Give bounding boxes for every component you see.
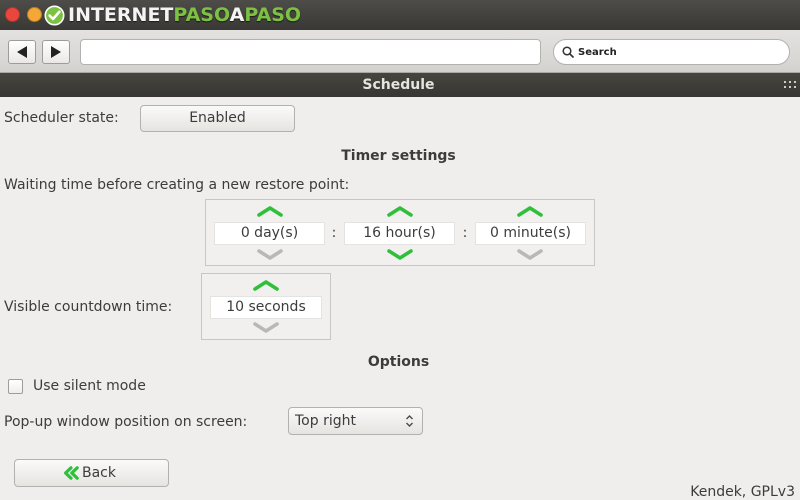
double-chevron-left-icon <box>63 466 79 480</box>
updown-arrows-icon <box>406 415 413 427</box>
popup-position-select[interactable]: Top right <box>288 407 423 435</box>
time-separator: : <box>331 225 337 241</box>
chevron-up-icon <box>257 206 283 217</box>
chevron-down-icon <box>517 249 543 260</box>
minimize-window-button[interactable] <box>27 7 42 22</box>
browser-top-bar: INTERNETPASOAPASO <box>0 0 800 30</box>
countdown-decrease-button[interactable] <box>251 322 281 334</box>
hours-value[interactable]: 16 hour(s) <box>344 222 455 245</box>
close-window-button[interactable] <box>5 7 20 22</box>
chevron-down-icon <box>387 249 413 260</box>
silent-mode-label: Use silent mode <box>33 378 146 394</box>
popup-position-label: Pop-up window position on screen: <box>4 414 248 430</box>
countdown-value[interactable]: 10 seconds <box>210 296 322 319</box>
site-logo-text: INTERNETPASOAPASO <box>68 4 301 26</box>
address-bar[interactable] <box>80 39 541 65</box>
countdown-increase-button[interactable] <box>251 279 281 291</box>
options-heading: Options <box>367 354 430 370</box>
days-decrease-button[interactable] <box>255 249 285 261</box>
days-increase-button[interactable] <box>255 205 285 217</box>
back-button[interactable]: Back <box>14 459 169 487</box>
timer-settings-heading: Timer settings <box>341 148 456 164</box>
silent-mode-checkbox[interactable] <box>8 379 23 394</box>
search-icon <box>562 46 574 58</box>
time-separator: : <box>462 225 468 241</box>
countdown-time-label: Visible countdown time: <box>4 299 173 315</box>
logo-text-part: INTERNET <box>68 4 174 26</box>
logo-text-part: PASO <box>173 4 230 26</box>
grip-icon[interactable] <box>784 81 796 89</box>
screen: INTERNETPASOAPASO Schedule Scheduler sta… <box>0 0 800 500</box>
chevron-down-icon <box>253 322 279 333</box>
check-circle-icon <box>44 5 65 26</box>
search-box <box>553 39 790 65</box>
chevron-up-icon <box>387 206 413 217</box>
hours-increase-button[interactable] <box>385 205 415 217</box>
scheduler-state-label: Scheduler state: <box>4 110 119 126</box>
hours-decrease-button[interactable] <box>385 249 415 261</box>
chevron-up-icon <box>253 280 279 291</box>
browser-toolbar <box>0 30 800 73</box>
popup-position-selected: Top right <box>295 413 356 429</box>
minutes-value[interactable]: 0 minute(s) <box>475 222 586 245</box>
scheduler-state-button[interactable]: Enabled <box>140 105 295 132</box>
chevron-up-icon <box>517 206 543 217</box>
minutes-increase-button[interactable] <box>515 205 545 217</box>
back-nav-button[interactable] <box>8 40 36 64</box>
chevron-down-icon <box>257 249 283 260</box>
triangle-left-icon <box>17 46 27 58</box>
days-value[interactable]: 0 day(s) <box>214 222 325 245</box>
logo-text-part: A <box>229 4 245 26</box>
back-button-label: Back <box>82 465 116 481</box>
triangle-right-icon <box>51 46 61 58</box>
search-input[interactable] <box>553 39 790 65</box>
window-title-bar: Schedule <box>0 73 800 97</box>
waiting-time-label: Waiting time before creating a new resto… <box>4 177 350 193</box>
credits-text: Kendek, GPLv3 <box>690 484 795 500</box>
forward-nav-button[interactable] <box>42 40 70 64</box>
minutes-decrease-button[interactable] <box>515 249 545 261</box>
logo-text-part: PASO <box>244 4 302 26</box>
window-title: Schedule <box>362 77 435 93</box>
